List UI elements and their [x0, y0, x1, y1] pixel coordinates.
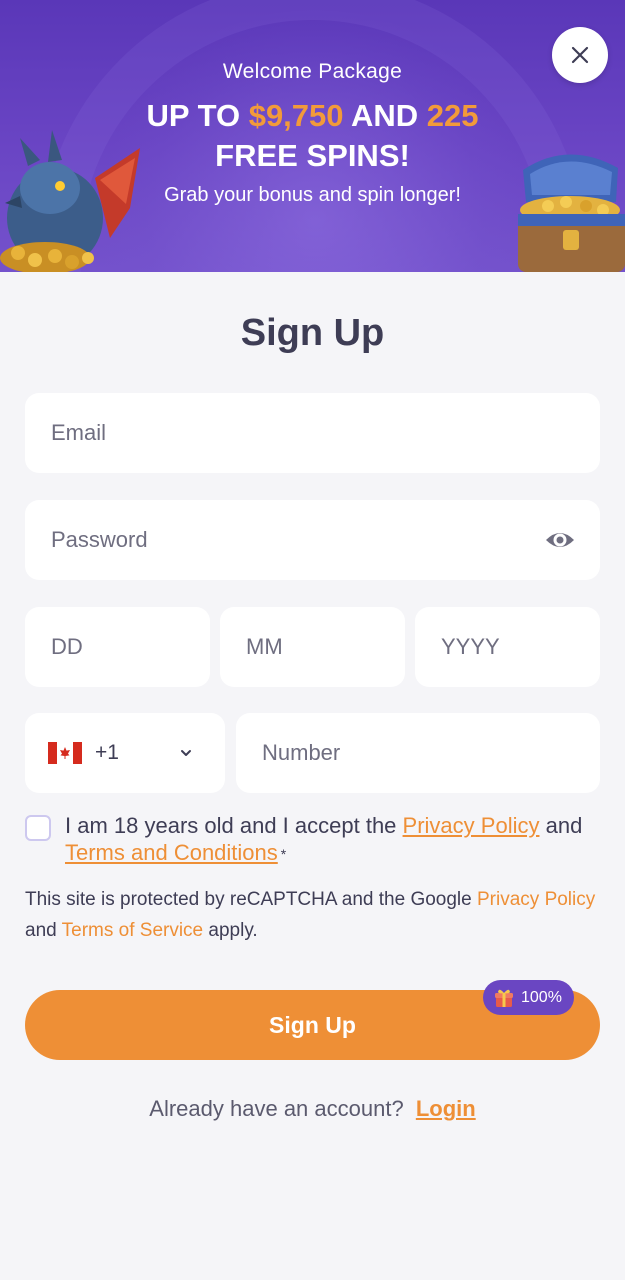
- chevron-down-icon: [181, 750, 191, 756]
- dob-day-input[interactable]: [49, 633, 210, 661]
- bonus-badge-text: 100%: [521, 988, 562, 1006]
- terms-prefix: I am 18 years old and I accept the: [65, 813, 397, 838]
- page-title: Sign Up: [240, 312, 385, 354]
- banner-subtitle: Welcome Package: [222, 60, 403, 83]
- dob-month-field[interactable]: [220, 607, 405, 687]
- recaptcha-suffix: apply.: [208, 920, 258, 941]
- welcome-banner: Welcome Package UP TO $9,750 AND 225 FRE…: [0, 0, 625, 272]
- headline-free-spins: FREE SPINS!: [215, 138, 410, 173]
- phone-number-input[interactable]: [260, 739, 600, 767]
- terms-and: and: [545, 813, 583, 838]
- dob-year-input[interactable]: [439, 633, 600, 661]
- login-prompt: Already have an account? Login: [0, 1096, 625, 1122]
- close-button[interactable]: [552, 27, 608, 83]
- terms-agreement: I am 18 years old and I accept the Priva…: [25, 812, 600, 868]
- bonus-badge: 100%: [483, 980, 574, 1015]
- canada-flag-icon: [48, 742, 82, 764]
- headline-spins-count: 225: [426, 98, 479, 133]
- dob-day-field[interactable]: [25, 607, 210, 687]
- recaptcha-and: and: [25, 920, 57, 941]
- terms-text: I am 18 years old and I accept the Priva…: [65, 812, 600, 868]
- login-link[interactable]: Login: [416, 1096, 476, 1121]
- banner-text: Welcome Package UP TO $9,750 AND 225 FRE…: [0, 60, 625, 207]
- email-field-container[interactable]: [25, 393, 600, 473]
- banner-headline: UP TO $9,750 AND 225 FREE SPINS!: [0, 96, 625, 176]
- headline-amount: $9,750: [248, 98, 344, 133]
- age-terms-checkbox[interactable]: [25, 815, 51, 841]
- google-terms-link[interactable]: Terms of Service: [62, 920, 203, 941]
- eye-icon[interactable]: [544, 525, 576, 555]
- privacy-policy-link[interactable]: Privacy Policy: [403, 813, 540, 838]
- country-code-select[interactable]: +1: [25, 713, 225, 793]
- recaptcha-prefix: This site is protected by reCAPTCHA and …: [25, 889, 472, 910]
- password-field-container[interactable]: [25, 500, 600, 580]
- headline-and: AND: [351, 98, 419, 133]
- phone-field-container[interactable]: [236, 713, 600, 793]
- required-mark: *: [280, 845, 287, 862]
- headline-up-to: UP TO: [146, 98, 241, 133]
- close-icon: [571, 46, 589, 64]
- dob-year-field[interactable]: [415, 607, 600, 687]
- gift-icon: [495, 989, 513, 1007]
- terms-conditions-link[interactable]: Terms and Conditions: [65, 840, 278, 865]
- password-input[interactable]: [49, 526, 529, 554]
- recaptcha-notice: This site is protected by reCAPTCHA and …: [25, 884, 600, 946]
- country-dial-code: +1: [95, 741, 119, 764]
- login-prompt-text: Already have an account?: [149, 1096, 404, 1121]
- banner-tagline: Grab your bonus and spin longer!: [164, 184, 461, 206]
- email-input[interactable]: [49, 419, 600, 447]
- google-privacy-link[interactable]: Privacy Policy: [477, 889, 595, 910]
- dob-month-input[interactable]: [244, 633, 405, 661]
